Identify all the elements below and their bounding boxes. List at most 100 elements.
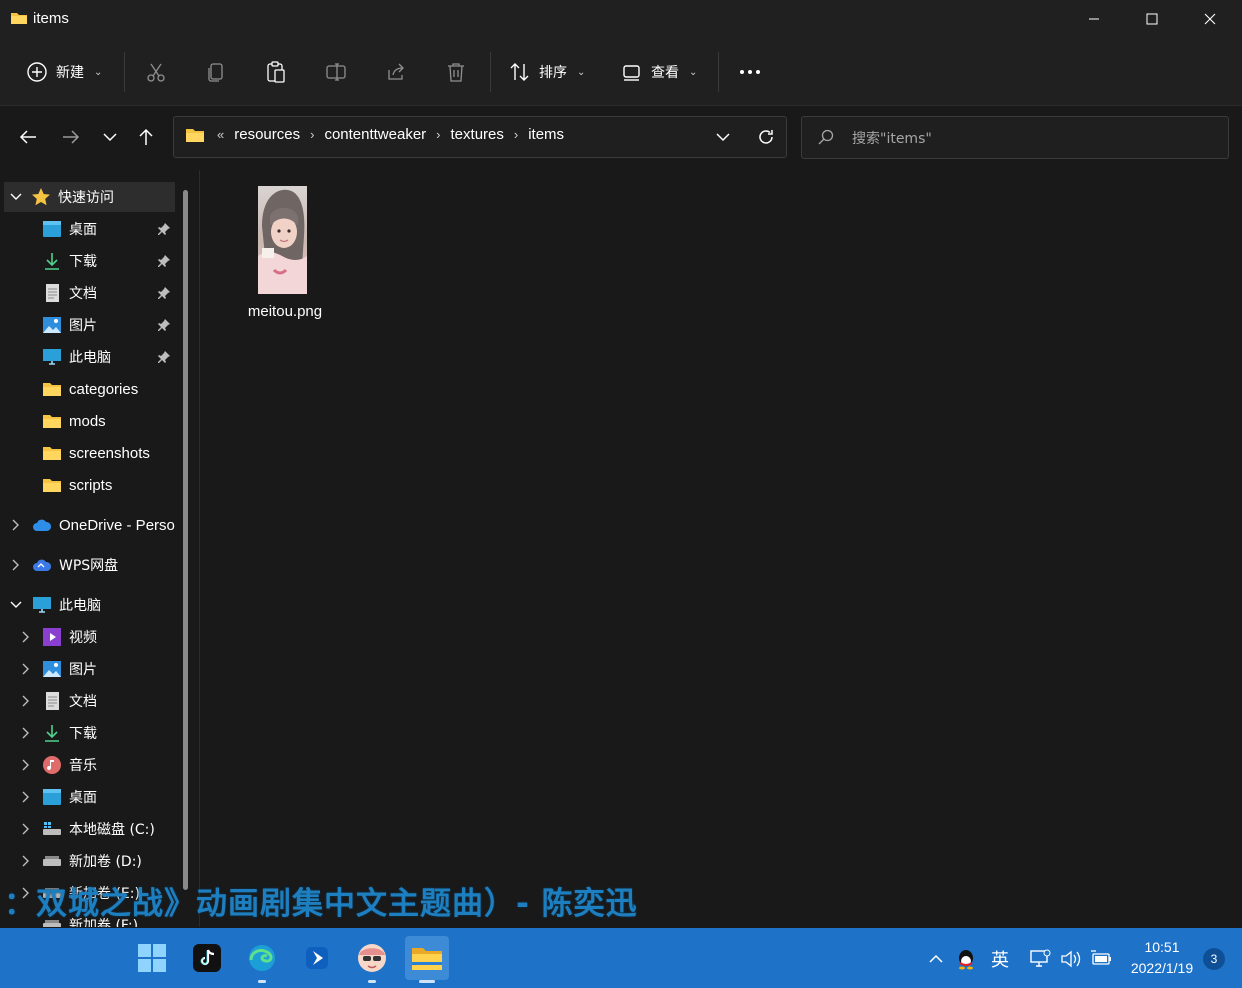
sidebar-item-wps[interactable]: WPS网盘 [32,550,118,580]
star-icon [32,188,50,206]
taskbar-edge[interactable] [240,936,284,983]
music-icon [43,756,61,774]
new-button[interactable]: 新建 ⌄ [26,54,102,90]
chevron-right-icon[interactable] [10,559,22,571]
cloud-icon [33,519,52,531]
share-button[interactable] [385,54,407,90]
sidebar-item-this-pc[interactable]: 此电脑 [32,590,101,620]
document-icon [46,284,59,302]
sidebar-item-label: mods [69,412,106,430]
chevron-right-icon[interactable] [20,631,32,643]
sidebar-item-downloads[interactable]: 下载 [42,246,97,276]
maximize-button[interactable] [1123,0,1181,38]
sidebar-item-drive-d[interactable]: 新加卷 (D:) [42,846,142,876]
chevron-right-icon: › [513,127,519,142]
sidebar-item-pc-downloads[interactable]: 下载 [42,718,97,748]
chevron-right-icon[interactable] [20,855,32,867]
back-button[interactable] [13,122,43,152]
sidebar-item-pc-documents[interactable]: 文档 [42,686,97,716]
sidebar-item-quick-access[interactable]: 快速访问 [4,182,175,212]
sidebar-item-drive-c[interactable]: 本地磁盘 (C:) [42,814,155,844]
file-item[interactable]: meitou.png [238,180,332,330]
sidebar-item-music[interactable]: 音乐 [42,750,97,780]
address-history-button[interactable] [708,122,738,152]
sidebar-item-desktop[interactable]: 桌面 [42,214,97,244]
chevron-right-icon[interactable] [20,695,32,707]
minimize-icon [1089,18,1099,20]
delete-button[interactable] [445,54,467,90]
copy-button[interactable] [205,54,227,90]
breadcrumb-items[interactable]: items [524,126,568,143]
search-icon [818,129,834,145]
taskbar-arrow-app[interactable] [295,936,339,980]
breadcrumb-resources[interactable]: resources [230,126,304,143]
chevron-right-icon[interactable] [20,791,32,803]
close-button[interactable] [1181,0,1239,38]
sidebar-item-onedrive[interactable]: OneDrive - Perso [32,510,175,540]
taskbar-avatar-app[interactable] [350,936,394,983]
view-button[interactable]: 查看 ⌄ [621,54,697,90]
chevron-right-icon[interactable] [20,759,32,771]
tray-volume[interactable] [1058,944,1084,974]
tray-qq[interactable] [953,944,979,974]
pictures-icon [43,317,61,333]
minimize-button[interactable] [1065,0,1123,38]
sidebar-scrollbar[interactable] [183,190,188,890]
sidebar-item-categories[interactable]: categories [42,374,138,404]
cut-button[interactable] [145,54,167,90]
chevron-down-icon[interactable] [10,191,22,203]
breadcrumb-contenttweaker[interactable]: contenttweaker [320,126,430,143]
chevron-right-icon[interactable] [20,823,32,835]
sidebar-item-screenshots[interactable]: screenshots [42,438,150,468]
sidebar-item-scripts[interactable]: scripts [42,470,112,500]
breadcrumb-overflow[interactable]: « [211,127,230,142]
chevron-right-icon[interactable] [10,519,22,531]
navigation-pane: 快速访问 桌面 下载 文档 图片 此电脑 categories mods scr… [0,170,190,927]
more-button[interactable] [738,54,762,90]
sidebar-item-pictures[interactable]: 图片 [42,310,97,340]
sort-button[interactable]: 排序 ⌄ [509,54,585,90]
folder-icon [43,479,61,492]
taskbar-tiktok[interactable] [185,936,229,980]
chevron-down-icon[interactable] [10,599,22,611]
up-button[interactable] [131,122,161,152]
rename-button[interactable] [325,54,347,90]
sidebar-item-label: 下载 [69,726,97,742]
ime-indicator[interactable]: 英 [986,944,1014,974]
share-icon [388,63,404,80]
image-thumbnail [258,186,307,294]
folder-icon [43,415,61,428]
sort-icon [510,63,529,81]
chevron-right-icon[interactable] [20,727,32,739]
sidebar-item-mods[interactable]: mods [42,406,106,436]
sidebar-item-label: 快速访问 [58,190,114,206]
recent-locations-button[interactable] [95,122,125,152]
sidebar-item-documents[interactable]: 文档 [42,278,97,308]
sidebar-item-videos[interactable]: 视频 [42,622,97,652]
system-clock[interactable]: 10:51 2022/1/19 [1118,937,1206,979]
breadcrumb-textures[interactable]: textures [447,126,508,143]
chevron-down-icon: ⌄ [689,66,698,78]
new-label: 新建 [56,65,84,81]
forward-button[interactable] [56,122,86,152]
sidebar-item-this-pc-quick[interactable]: 此电脑 [42,342,111,372]
computer-icon [43,349,61,365]
computer-icon [33,597,51,613]
taskbar-file-explorer[interactable] [405,936,449,983]
pin-icon [157,286,171,300]
show-hidden-icons-button[interactable] [925,944,947,974]
pin-icon [157,318,171,332]
chevron-right-icon[interactable] [20,663,32,675]
sidebar-item-pc-pictures[interactable]: 图片 [42,654,97,684]
tray-network[interactable] [1027,944,1053,974]
start-button[interactable] [130,936,174,980]
sidebar-item-pc-desktop[interactable]: 桌面 [42,782,97,812]
window-title: items [33,10,69,27]
paste-button[interactable] [265,54,287,90]
qq-penguin-icon [959,950,973,970]
sidebar-item-label: 新加卷 (D:) [69,854,142,870]
pane-divider[interactable] [199,170,200,927]
tray-battery[interactable] [1089,944,1115,974]
refresh-button[interactable] [751,122,781,152]
notification-badge[interactable]: 3 [1203,948,1225,970]
